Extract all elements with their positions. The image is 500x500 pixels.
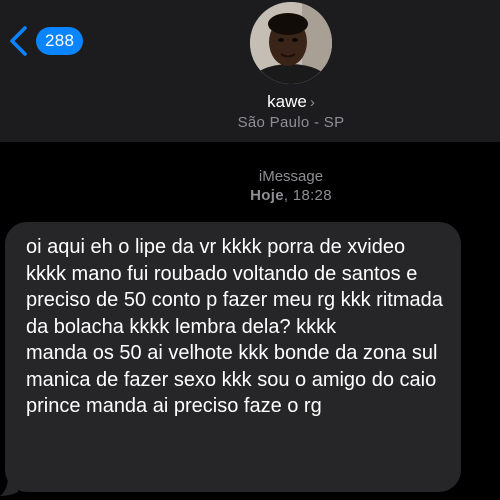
chevron-left-icon — [10, 26, 27, 56]
message-text: oi aqui eh o lipe da vr kkkk porra de xv… — [26, 236, 443, 417]
back-button[interactable]: 288 — [6, 24, 84, 58]
conversation-header: 288 kawe › São Paulo - SP — [0, 0, 500, 142]
service-label: iMessage — [258, 168, 324, 185]
incoming-message-bubble[interactable]: oi aqui eh o lipe da vr kkkk porra de xv… — [5, 222, 461, 492]
avatar-photo — [250, 2, 332, 84]
bubble-tail — [0, 476, 18, 496]
contact-name: kawe — [267, 92, 307, 111]
unread-count-badge: 288 — [36, 27, 84, 55]
timestamp-time: 18:28 — [292, 187, 332, 204]
contact-name-button[interactable]: kawe › — [0, 92, 500, 112]
chevron-right-icon: › — [309, 94, 315, 111]
message-timestamp: Hoje, 18:28 — [250, 187, 332, 204]
contact-avatar[interactable] — [250, 2, 332, 84]
contact-location: São Paulo - SP — [237, 114, 345, 131]
timestamp-day: Hoje — [250, 187, 284, 204]
